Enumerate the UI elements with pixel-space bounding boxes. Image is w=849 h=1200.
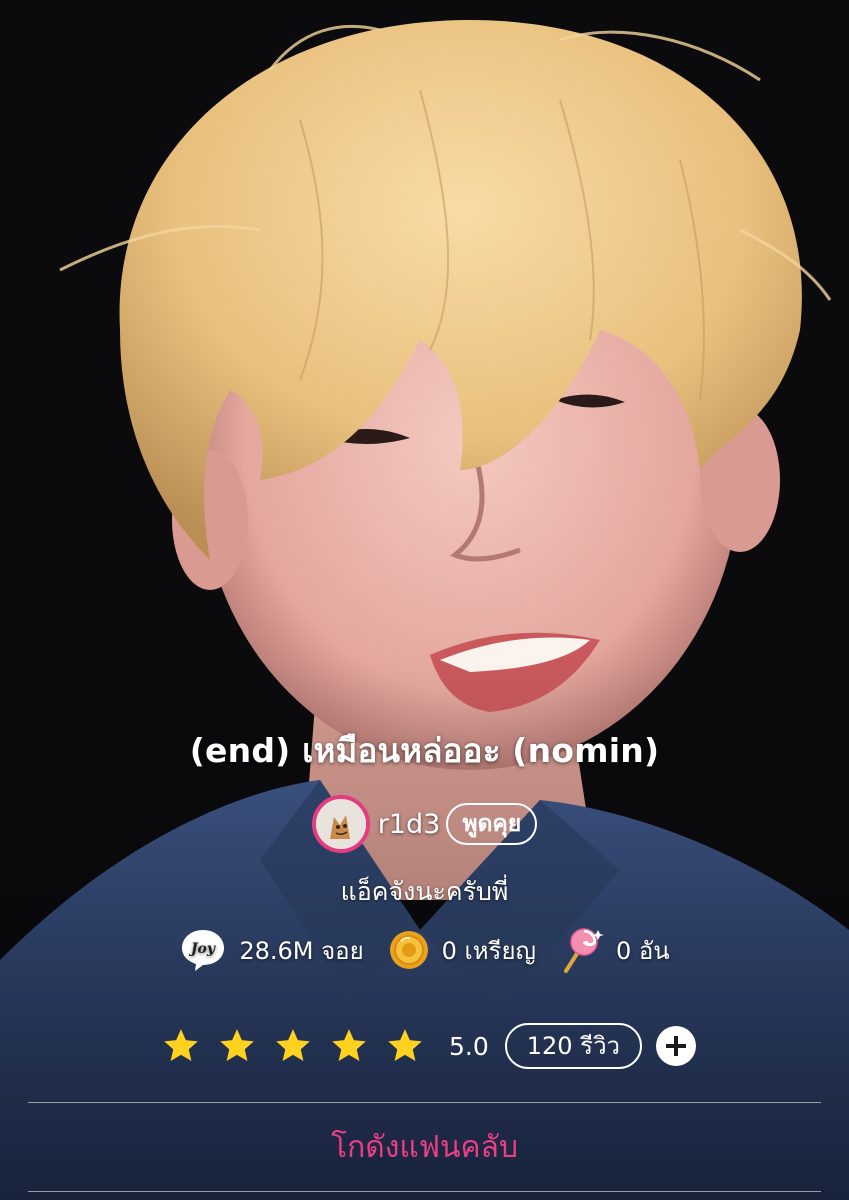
coin-count: 0 เหรียญ xyxy=(441,936,536,965)
author-row: r1d3 พูดคุย xyxy=(0,792,849,856)
fanclub-link[interactable]: โกดังแฟนคลับ xyxy=(0,1124,849,1171)
joy-count: 28.6M จอย xyxy=(239,936,364,965)
cartoon-cat-icon xyxy=(315,799,366,849)
star-rating[interactable] xyxy=(153,1028,433,1064)
story-detail-screen: (end) เหมือนหล่ออะ (nomin) r1d3 พูดคุย แ… xyxy=(0,0,849,1200)
lollipop-icon xyxy=(563,928,604,973)
gold-coin-icon xyxy=(389,931,428,969)
joy-bubble-icon: Joy xyxy=(182,930,225,971)
story-title: (end) เหมือนหล่ออะ (nomin) xyxy=(189,731,660,770)
reviews-button[interactable]: 120 รีวิว xyxy=(504,1023,643,1069)
star-icon[interactable] xyxy=(387,1028,423,1064)
add-review-button[interactable] xyxy=(656,1026,697,1066)
chat-button[interactable]: พูดคุย xyxy=(446,803,538,845)
plus-icon xyxy=(666,1036,687,1056)
lollipop-count: 0 อัน xyxy=(615,936,670,965)
author-avatar[interactable] xyxy=(311,795,370,853)
story-subtitle: แอ็คจังนะครับพี่ xyxy=(340,877,509,906)
author-name[interactable]: r1d3 xyxy=(378,809,441,840)
star-icon[interactable] xyxy=(275,1028,311,1064)
coin-stat: 0 เหรียญ xyxy=(388,929,536,971)
svg-text:Joy: Joy xyxy=(188,941,216,957)
stats-row: Joy 28.6M จอย 0 เหรียญ 0 อัน xyxy=(0,925,849,975)
star-icon[interactable] xyxy=(219,1028,255,1064)
rating-value: 5.0 xyxy=(448,1031,489,1061)
star-icon[interactable] xyxy=(163,1028,199,1064)
divider xyxy=(28,1102,821,1103)
rating-row: 5.0 120 รีวิว xyxy=(0,1020,849,1072)
divider xyxy=(28,1191,821,1192)
star-icon[interactable] xyxy=(331,1028,367,1064)
joy-stat: Joy 28.6M จอย xyxy=(179,927,364,973)
lollipop-stat: 0 อัน xyxy=(560,926,670,974)
